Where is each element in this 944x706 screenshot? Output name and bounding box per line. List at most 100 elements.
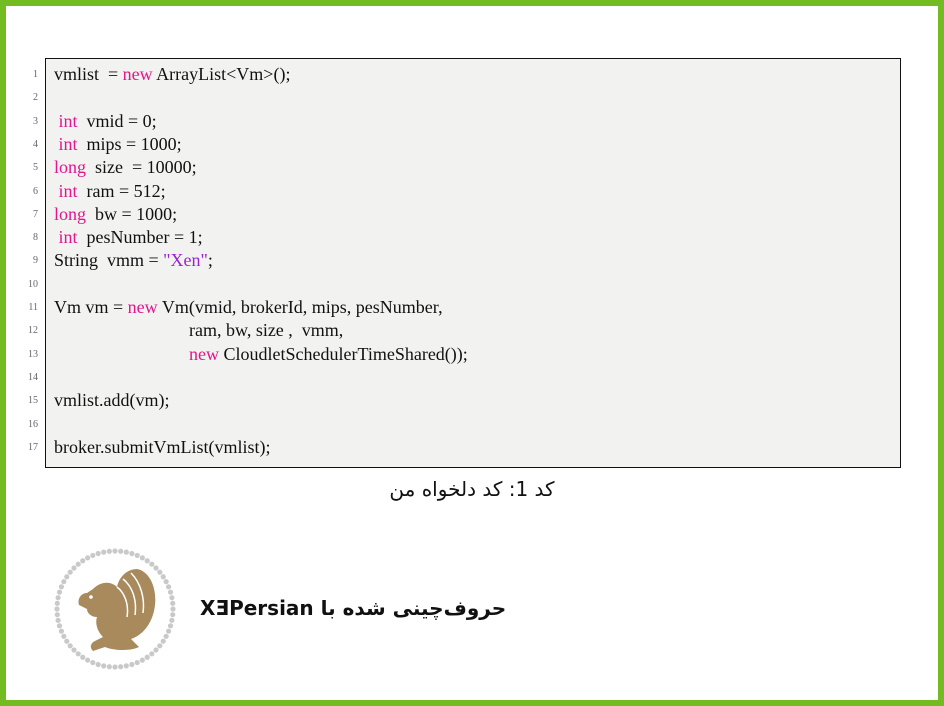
- code-line: 14: [28, 366, 908, 389]
- code-text: mips = 1000;: [77, 133, 182, 154]
- code-line: 9 String vmm = "Xen";: [33, 249, 908, 272]
- emblem-dot: [153, 565, 159, 571]
- emblem-dot: [112, 664, 118, 670]
- emblem-dot: [118, 548, 124, 554]
- emblem-dot: [157, 643, 163, 649]
- code-text: ;: [207, 250, 213, 271]
- emblem-dot: [106, 548, 112, 554]
- code-line: 10: [28, 273, 908, 296]
- emblem-dot: [134, 659, 140, 666]
- code-text: Vm vm =: [54, 297, 128, 317]
- emblem-dot: [123, 549, 129, 555]
- code-keyword: new: [127, 297, 158, 317]
- code-keyword: int: [58, 180, 78, 201]
- emblem-dot: [75, 651, 81, 657]
- emblem-dot: [112, 548, 118, 554]
- code-keyword: int: [58, 110, 78, 131]
- line-number: 15: [28, 395, 38, 407]
- code-line: 8 int pesNumber = 1;: [33, 226, 908, 249]
- emblem-dot: [170, 612, 176, 618]
- code-listing: 1 vmlist = new ArrayList<Vm>(); 2 3 int vmi…: [28, 58, 901, 468]
- code-line: 3 int vmid = 0;: [33, 110, 908, 133]
- line-number: 11: [28, 302, 38, 313]
- emblem-dot: [149, 561, 155, 567]
- emblem-dot: [95, 661, 101, 668]
- line-number: 5: [33, 162, 38, 174]
- code-text: bw = 1000;: [86, 203, 178, 224]
- emblem-dot: [90, 552, 96, 559]
- emblem-dot: [54, 612, 60, 618]
- emblem-dot: [64, 638, 70, 644]
- code-text: size = 10000;: [86, 157, 197, 178]
- line-number: 14: [28, 371, 38, 383]
- emblem-dot: [163, 579, 169, 585]
- line-number: 4: [33, 138, 38, 150]
- emblem-dot: [85, 657, 91, 663]
- line-number: 10: [28, 278, 38, 290]
- emblem-dot: [163, 633, 169, 639]
- code-keyword: int: [58, 133, 78, 154]
- emblem-dot: [55, 617, 61, 623]
- typeset-credit: حروف‌چینی شده با XƎPersian: [200, 596, 507, 620]
- emblem-dot: [144, 558, 150, 564]
- emblem-dot: [80, 654, 86, 660]
- line-number: 7: [33, 208, 38, 220]
- emblem-dot: [170, 600, 176, 606]
- emblem-dot: [160, 638, 166, 644]
- code-line: 7 long bw = 1000;: [33, 203, 908, 226]
- code-keyword: int: [58, 227, 78, 248]
- code-line: 11 Vm vm = new Vm(vmid, brokerId, mips, p…: [28, 296, 908, 319]
- emblem-dot: [167, 589, 174, 595]
- emblem-dot: [54, 600, 60, 606]
- line-number: 17: [28, 441, 38, 453]
- code-text: CloudletSchedulerTimeShared());: [219, 343, 468, 364]
- emblem-dot: [149, 651, 155, 657]
- code-text: ram = 512;: [77, 180, 166, 201]
- emblem-dot: [56, 623, 63, 629]
- line-number: 9: [33, 255, 38, 267]
- emblem-dot: [58, 628, 65, 634]
- code-line: 17 broker.submitVmList(vmlist);: [28, 436, 908, 459]
- line-number: 2: [33, 92, 38, 104]
- code-text: pesNumber = 1;: [77, 227, 203, 248]
- emblem-dot: [167, 623, 174, 629]
- code-keyword: new: [189, 343, 219, 364]
- emblem-dot: [118, 664, 124, 670]
- emblem-dot: [54, 606, 60, 612]
- code-line: 12 ram, bw, size , vmm,: [28, 319, 908, 342]
- emblem-dot: [64, 574, 70, 580]
- line-number: 6: [33, 185, 38, 197]
- code-string: "Xen": [163, 250, 208, 271]
- code-keyword: new: [122, 64, 153, 84]
- emblem-dot: [129, 550, 135, 557]
- code-line: 2: [33, 86, 908, 109]
- emblem-dot: [67, 643, 73, 649]
- emblem-dot: [170, 606, 176, 612]
- emblem-dot: [165, 628, 172, 634]
- code-text: ram, bw, size , vmm,: [54, 320, 344, 341]
- code-line: 16: [28, 413, 908, 436]
- line-number: 8: [33, 232, 38, 244]
- line-number: 16: [28, 418, 38, 430]
- emblem-dot: [85, 555, 91, 561]
- code-text: broker.submitVmList(vmlist);: [54, 436, 271, 457]
- emblem-dot: [71, 565, 77, 571]
- emblem-dot: [55, 595, 61, 601]
- code-line: 6 int ram = 512;: [33, 180, 908, 203]
- persian-griffin-emblem-icon: [53, 547, 177, 671]
- emblem-dot: [101, 663, 107, 669]
- line-number: 13: [28, 348, 38, 360]
- emblem-dot: [58, 584, 65, 590]
- emblem-dot: [157, 569, 163, 575]
- code-line: 5 long size = 10000;: [33, 156, 908, 179]
- emblem-dot: [169, 595, 175, 601]
- listing-caption: کد 1: کد دلخواه من: [389, 477, 555, 501]
- line-number: 1: [33, 69, 38, 80]
- emblem-dot: [165, 584, 172, 590]
- emblem-dot: [80, 558, 86, 564]
- emblem-dot: [139, 555, 145, 561]
- line-number: 12: [28, 325, 38, 337]
- code-line: 4 int mips = 1000;: [33, 133, 908, 156]
- code-keyword: long: [54, 203, 87, 224]
